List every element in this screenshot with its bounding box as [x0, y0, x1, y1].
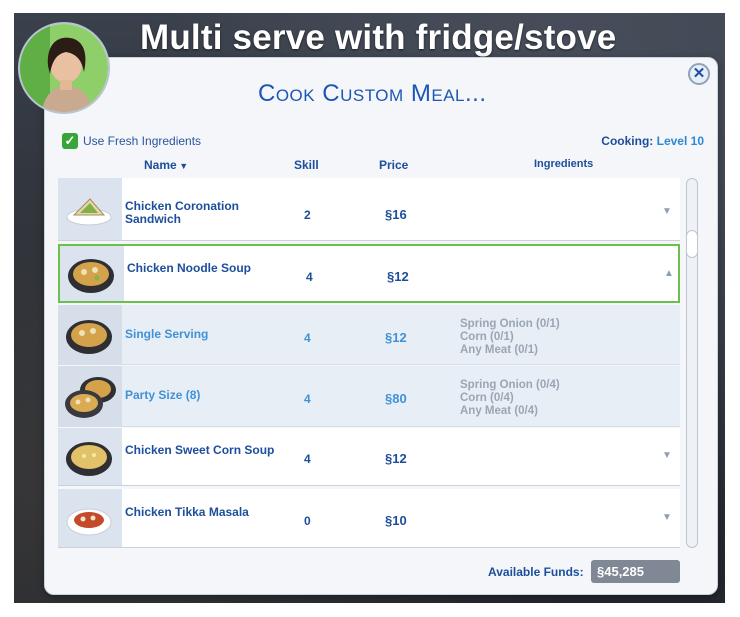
serving-skill: 4 [304, 392, 311, 406]
close-icon[interactable]: ✕ [688, 63, 710, 85]
available-funds-label: Available Funds: [488, 565, 584, 579]
soup-thumbnail [60, 246, 124, 301]
cooking-label: Cooking: [601, 134, 654, 148]
recipe-name: Chicken Sweet Corn Soup [125, 443, 275, 457]
chevron-up-icon[interactable]: ▲ [664, 268, 674, 279]
sort-down-icon: ▼ [176, 161, 189, 171]
recipe-skill: 0 [304, 514, 311, 528]
cooking-level: Level 10 [656, 134, 704, 148]
scrollbar-thumb[interactable] [686, 230, 698, 258]
recipe-row[interactable]: Chicken Tikka Masala 0 §10 ▼ [58, 489, 680, 548]
recipe-row-selected[interactable]: Chicken Noodle Soup 4 §12 ▲ [58, 244, 680, 303]
ingredient-item: Any Meat (0/4) [460, 405, 538, 417]
chevron-down-icon[interactable]: ▼ [662, 450, 672, 461]
ingredient-item: Spring Onion (0/1) [460, 318, 560, 330]
recipe-row[interactable]: Chicken Coronation Sandwich 2 §16 ▼ [58, 178, 680, 241]
chevron-down-icon[interactable]: ▼ [662, 512, 672, 523]
party-soup-thumbnail [58, 366, 122, 426]
ingredient-list: Spring Onion (0/1) Corn (0/1) Any Meat (… [460, 318, 560, 357]
price-column-header: Price [379, 158, 409, 172]
recipe-skill: 2 [304, 208, 311, 222]
skill-column-header: Skill [294, 158, 319, 172]
recipe-price: §12 [385, 451, 407, 466]
sim-avatar [18, 22, 110, 114]
soup-thumbnail [58, 305, 122, 364]
serving-option-party[interactable]: Party Size (8) 4 §80 Spring Onion (0/4) … [58, 366, 680, 427]
serving-option-single[interactable]: Single Serving 4 §12 Spring Onion (0/1) … [58, 305, 680, 365]
column-headers: Name ▼ Skill Price Ingredients [58, 155, 680, 177]
ingredient-item: Spring Onion (0/4) [460, 379, 560, 391]
serving-name: Single Serving [125, 327, 209, 341]
serving-price: §12 [385, 330, 407, 345]
recipe-price: §10 [385, 513, 407, 528]
serving-name: Party Size (8) [125, 388, 201, 402]
ingredient-list: Spring Onion (0/4) Corn (0/4) Any Meat (… [460, 379, 560, 418]
chevron-down-icon[interactable]: ▼ [662, 206, 672, 217]
recipe-skill: 4 [306, 270, 313, 284]
serving-price: §80 [385, 391, 407, 406]
name-column-header[interactable]: Name ▼ [144, 158, 188, 172]
name-header-label: Name [144, 158, 177, 172]
ingredients-column-header: Ingredients [534, 158, 594, 170]
recipe-name: Chicken Coronation Sandwich [125, 199, 240, 226]
serving-skill: 4 [304, 331, 311, 345]
recipe-name: Chicken Tikka Masala [125, 505, 249, 519]
sandwich-thumbnail [58, 178, 122, 240]
recipe-list: Chicken Coronation Sandwich 2 §16 ▼ Chic… [58, 178, 680, 548]
cooking-skill: Cooking: Level 10 [601, 134, 704, 148]
fresh-ingredients-toggle[interactable]: ✓ Use Fresh Ingredients [62, 133, 201, 149]
recipe-name: Chicken Noodle Soup [127, 261, 252, 275]
banner-caption: Multi serve with fridge/stove [140, 18, 617, 57]
fresh-ingredients-label: Use Fresh Ingredients [83, 134, 202, 148]
recipe-price: §16 [385, 207, 407, 222]
recipe-row[interactable]: Chicken Sweet Corn Soup 4 §12 ▼ [58, 428, 680, 486]
dialog-title: Cook Custom Meal... [258, 80, 487, 107]
recipe-price: §12 [387, 269, 409, 284]
soup-thumbnail [58, 428, 122, 485]
ingredient-item: Corn (0/4) [460, 392, 514, 404]
ingredient-item: Any Meat (0/1) [460, 344, 538, 356]
ingredient-item: Corn (0/1) [460, 331, 514, 343]
curry-thumbnail [58, 489, 122, 547]
available-funds-value: §45,285 [591, 560, 680, 583]
recipe-skill: 4 [304, 452, 311, 466]
checkmark-icon[interactable]: ✓ [62, 133, 78, 149]
